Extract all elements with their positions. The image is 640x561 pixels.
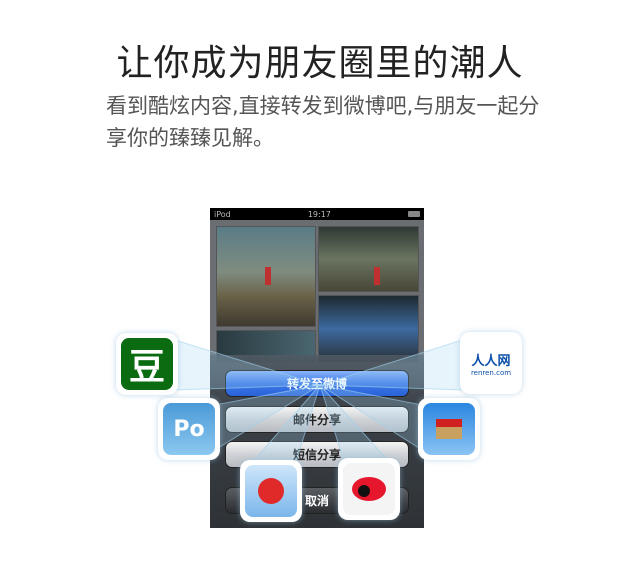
- tencent-weibo-icon: [245, 465, 297, 517]
- sina-weibo-icon: [343, 463, 395, 515]
- renren-label: 人人网: [471, 353, 511, 369]
- pengyou-icon: Po: [163, 403, 215, 455]
- douban-share[interactable]: 豆: [116, 333, 178, 395]
- renren-domain: renren.com: [470, 368, 512, 377]
- sina-weibo-share[interactable]: [338, 458, 400, 520]
- renren-share[interactable]: 人人网 renren.com: [460, 332, 522, 394]
- kaixin-share[interactable]: [418, 398, 480, 460]
- pengyou-share[interactable]: Po: [158, 398, 220, 460]
- tencent-weibo-share[interactable]: [240, 460, 302, 522]
- connector-beams: [174, 339, 463, 466]
- renren-icon: 人人网 renren.com: [465, 337, 517, 389]
- kaixin-icon: [423, 403, 475, 455]
- douban-icon: 豆: [121, 338, 173, 390]
